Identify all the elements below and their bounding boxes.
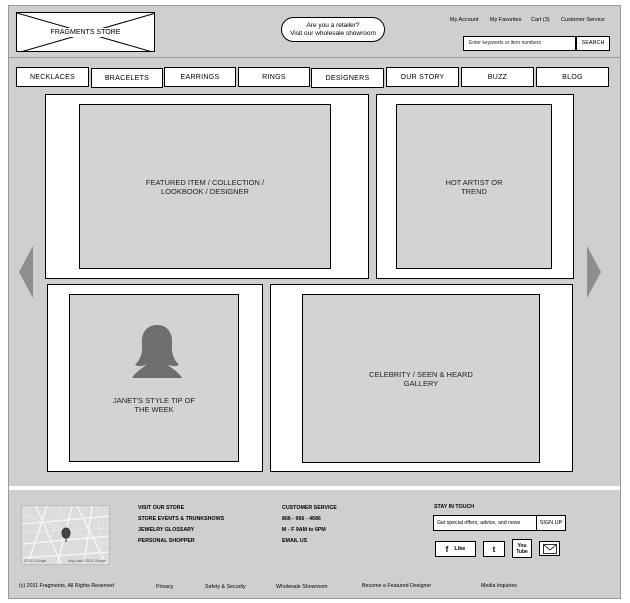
visit-store-link[interactable]: VISIT OUR STORE (138, 505, 184, 511)
customer-service-phone: 866 - 966 - 4686 (282, 516, 321, 522)
map-caption: Map data ©2011 Google (68, 559, 106, 563)
style-tip-caption-line1: JANET'S STYLE TIP OF (112, 396, 195, 405)
logo-text: FRAGMENTS STORE (46, 27, 125, 37)
search-button[interactable]: SEARCH (576, 36, 610, 51)
featured-designer-link[interactable]: Become a Featured Designer (362, 583, 431, 589)
style-tip-caption-line2: THE WEEK (134, 405, 174, 414)
person-silhouette-icon (132, 325, 182, 378)
nav-rings[interactable]: RINGS (238, 67, 310, 87)
map-copyright: ©2011 Google (24, 559, 47, 563)
celebrity-gallery-placeholder[interactable]: CELEBRITY / SEEN & HEARD GALLERY (302, 294, 540, 463)
featured-item-placeholder[interactable]: FEATURED ITEM / COLLECTION / LOOKBOOK / … (79, 104, 331, 269)
my-account-link[interactable]: My Account (450, 17, 478, 23)
celebrity-panel: CELEBRITY / SEEN & HEARD GALLERY (270, 284, 573, 472)
personal-shopper-link[interactable]: PERSONAL SHOPPER (138, 538, 195, 544)
safety-security-link[interactable]: Safety & Security (205, 584, 246, 590)
featured-panel: FEATURED ITEM / COLLECTION / LOOKBOOK / … (45, 94, 369, 279)
youtube-label-line2: Tube (516, 548, 528, 555)
celebrity-caption-line1: CELEBRITY / SEEN & HEARD (369, 369, 473, 379)
nav-necklaces[interactable]: NECKLACES (16, 67, 89, 87)
email-us-link[interactable]: EMAIL US (282, 538, 307, 544)
tumblr-icon[interactable]: t (483, 541, 505, 557)
hot-artist-placeholder[interactable]: HOT ARTIST OR TREND (396, 104, 552, 269)
newsletter-email-input[interactable]: Get special offers, advice, and news (433, 515, 537, 531)
customer-service-hours: M - F 9AM to 6PM (282, 527, 326, 533)
customer-service-heading: CUSTOMER SERVICE (282, 505, 337, 511)
signup-button[interactable]: SIGN UP (536, 515, 566, 531)
copyright-text: (c) 2011 Fragments, All Rights Reserved (19, 583, 114, 589)
nav-earrings[interactable]: EARRINGS (164, 67, 236, 87)
nav-buzz[interactable]: BUZZ (461, 67, 534, 87)
facebook-like-label: Like (454, 546, 466, 552)
style-tip-panel: JANET'S STYLE TIP OF THE WEEK (47, 284, 263, 472)
customer-service-link[interactable]: Customer Service (561, 17, 605, 23)
cart-link[interactable]: Cart (3) (531, 17, 550, 23)
nav-bracelets[interactable]: BRACELETS (91, 68, 163, 88)
celebrity-caption-line2: GALLERY (403, 378, 439, 388)
media-inquiries-link[interactable]: Media Inquiries (481, 583, 517, 589)
search-input[interactable]: Enter keywords or item numbers (463, 36, 576, 51)
email-envelope-icon[interactable] (539, 541, 560, 556)
header-divider (9, 57, 620, 58)
jewelry-glossary-link[interactable]: JEWELRY GLOSSARY (138, 527, 194, 533)
map-streets (22, 506, 109, 564)
facebook-icon: f (445, 544, 449, 554)
nav-blog[interactable]: BLOG (536, 67, 609, 87)
retailer-question: Are you a retailer? (306, 22, 360, 29)
stay-in-touch-heading: STAY IN TOUCH (434, 504, 475, 510)
footer-divider (9, 486, 620, 490)
privacy-link[interactable]: Privacy (156, 584, 173, 590)
retailer-cta: Visit our wholesale showroom (290, 30, 376, 37)
nav-designers[interactable]: DESIGNERS (311, 68, 384, 88)
hot-artist-panel: HOT ARTIST OR TREND (376, 94, 574, 279)
store-map[interactable]: ©2011 Google Map data ©2011 Google (21, 505, 110, 565)
hot-artist-caption-line1: HOT ARTIST OR (445, 177, 503, 187)
nav-our-story[interactable]: OUR STORY (386, 67, 459, 87)
featured-caption-line2: LOOKBOOK / DESIGNER (161, 186, 249, 196)
youtube-icon[interactable]: You Tube (512, 539, 532, 558)
featured-caption-line1: FEATURED ITEM / COLLECTION / (145, 177, 265, 187)
style-tip-placeholder[interactable]: JANET'S STYLE TIP OF THE WEEK (69, 294, 239, 462)
store-events-link[interactable]: STORE EVENTS & TRUNKSHOWS (138, 516, 224, 522)
carousel-right-arrow-icon[interactable] (586, 246, 602, 298)
page-frame: FRAGMENTS STORE Are you a retailer? Visi… (8, 5, 621, 599)
hot-artist-caption-line2: TREND (461, 186, 487, 196)
carousel-left-arrow-icon[interactable] (19, 246, 35, 298)
my-favorites-link[interactable]: My Favorites (490, 17, 521, 23)
store-logo[interactable]: FRAGMENTS STORE (16, 12, 155, 52)
wholesale-showroom-link[interactable]: Wholesale Showroom (276, 584, 328, 590)
wholesale-showroom-button[interactable]: Are you a retailer? Visit our wholesale … (281, 17, 385, 42)
facebook-like-button[interactable]: f Like (435, 541, 476, 557)
